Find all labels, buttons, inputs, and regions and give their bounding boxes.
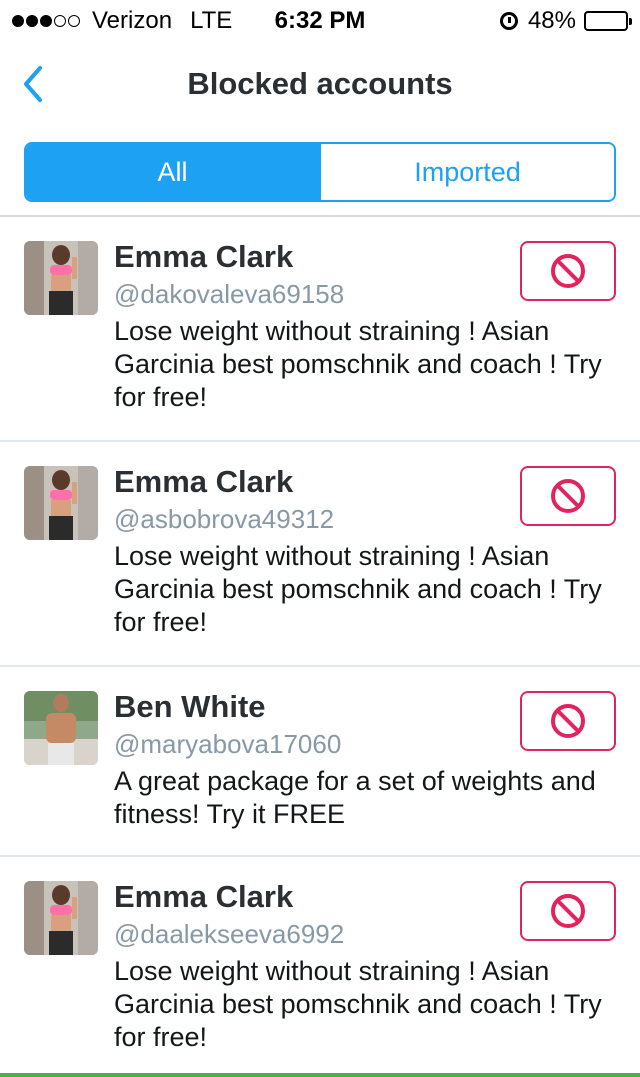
avatar[interactable] bbox=[24, 691, 98, 765]
avatar[interactable] bbox=[24, 466, 98, 540]
avatar[interactable] bbox=[24, 881, 98, 955]
blocked-icon bbox=[551, 894, 585, 928]
tab-all[interactable]: All bbox=[26, 144, 319, 200]
list-item[interactable]: Ben White @maryabova17060 A great packag… bbox=[0, 667, 640, 857]
account-bio: Lose weight without straining ! Asian Ga… bbox=[114, 541, 602, 637]
avatar[interactable] bbox=[24, 241, 98, 315]
nav-bar: Blocked accounts bbox=[0, 40, 640, 130]
list-item[interactable]: Emma Clark @daalekseeva6992 Lose weight … bbox=[0, 857, 640, 1073]
account-name: Emma Clark bbox=[114, 879, 294, 914]
account-bio: Lose weight without straining ! Asian Ga… bbox=[114, 316, 602, 412]
blocked-icon bbox=[551, 254, 585, 288]
unblock-button[interactable] bbox=[520, 881, 616, 941]
blocked-icon bbox=[551, 704, 585, 738]
unblock-button[interactable] bbox=[520, 241, 616, 301]
account-name: Emma Clark bbox=[114, 464, 294, 499]
account-name: Ben White bbox=[114, 689, 266, 724]
battery-icon bbox=[584, 11, 632, 31]
bottom-edge bbox=[0, 1073, 640, 1077]
account-handle: @asbobrova49312 bbox=[114, 504, 335, 534]
tab-imported[interactable]: Imported bbox=[319, 144, 614, 200]
unblock-button[interactable] bbox=[520, 466, 616, 526]
account-bio: Lose weight without straining ! Asian Ga… bbox=[114, 956, 602, 1052]
account-handle: @maryabova17060 bbox=[114, 729, 342, 759]
battery-percent: 48% bbox=[527, 7, 576, 34]
alarm-icon bbox=[499, 12, 518, 30]
status-right: 48% bbox=[499, 7, 632, 35]
account-handle: @daalekseeva6992 bbox=[114, 919, 345, 949]
account-handle: @dakovaleva69158 bbox=[114, 279, 345, 309]
account-name: Emma Clark bbox=[114, 239, 294, 274]
account-bio: A great package for a set of weights and… bbox=[114, 766, 596, 829]
unblock-button[interactable] bbox=[520, 691, 616, 751]
status-bar: Verizon LTE 6:32 PM 48% bbox=[0, 0, 640, 40]
page-title: Blocked accounts bbox=[187, 66, 453, 101]
list-item[interactable]: Emma Clark @asbobrova49312 Lose weight w… bbox=[0, 442, 640, 667]
tab-switcher: All Imported bbox=[24, 142, 616, 202]
blocked-icon bbox=[551, 479, 585, 513]
list-item[interactable]: Emma Clark @dakovaleva69158 Lose weight … bbox=[0, 217, 640, 442]
